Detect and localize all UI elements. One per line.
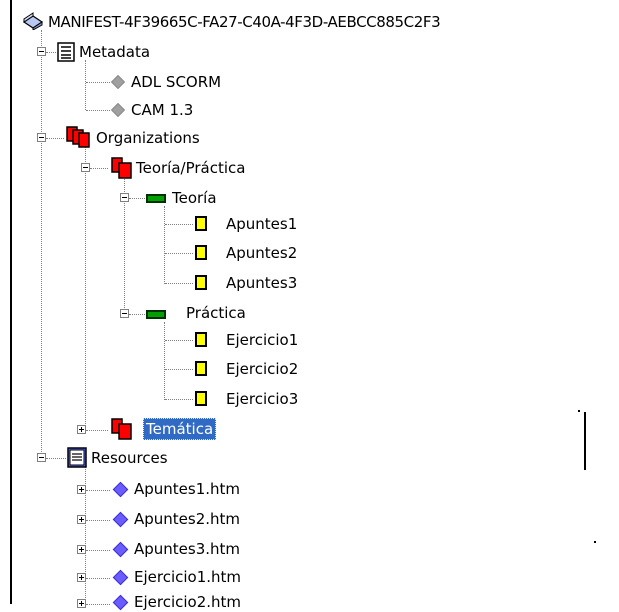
leaf-yellow-icon: [195, 245, 207, 260]
leaf-yellow-icon: [195, 391, 207, 406]
organizations-collapse-toggle[interactable]: [37, 133, 46, 142]
tree-line: [164, 206, 165, 284]
resource-diamond-icon: [112, 569, 129, 586]
tree-line: [165, 283, 193, 284]
metadata-item-label[interactable]: CAM 1.3: [129, 100, 195, 120]
practica-item-label[interactable]: Ejercicio1: [224, 330, 300, 350]
resource-diamond-icon: [112, 511, 129, 528]
root-label: MANIFEST-4F39665C-FA27-C40A-4F3D-AEBCC88…: [48, 13, 441, 31]
organization-icon: [111, 418, 132, 440]
tree-line: [86, 82, 110, 83]
tree-line: [46, 458, 66, 459]
resource-item-label[interactable]: Ejercicio2.htm: [132, 592, 243, 612]
resource-item-label[interactable]: Ejercicio1.htm: [132, 567, 243, 587]
metadata-collapse-toggle[interactable]: [37, 47, 46, 56]
tree-line: [165, 224, 193, 225]
tree-line: [86, 520, 110, 521]
tree-line: [165, 399, 193, 400]
tree-line: [90, 168, 108, 169]
tree-line: [86, 578, 110, 579]
tree-line: [46, 138, 64, 139]
resources-icon: [67, 447, 87, 468]
teoria-item-label[interactable]: Apuntes3: [224, 273, 299, 293]
organizations-icon: [66, 126, 90, 148]
resource-diamond-icon: [112, 481, 129, 498]
practica-collapse-toggle[interactable]: [120, 309, 129, 318]
tree-line: [86, 490, 110, 491]
practica-item-label[interactable]: Ejercicio3: [224, 389, 300, 409]
tree-line: [85, 60, 86, 110]
resource-item-label[interactable]: Apuntes1.htm: [132, 479, 242, 499]
resources-label[interactable]: Resources: [89, 448, 170, 468]
resource-item-label[interactable]: Apuntes3.htm: [132, 539, 242, 559]
item-green-icon: [146, 310, 166, 319]
tree-line: [86, 604, 110, 605]
tree-line: [85, 146, 86, 428]
leaf-yellow-icon: [195, 275, 207, 290]
metadata-diamond-icon: [110, 74, 126, 90]
leaf-yellow-icon: [195, 361, 207, 376]
organization-label[interactable]: Teoría/Práctica: [134, 158, 247, 178]
tree-line: [46, 52, 56, 53]
resource-expand-toggle[interactable]: [77, 515, 86, 524]
dot-mark: [594, 541, 596, 543]
dot-mark: [578, 410, 580, 412]
leaf-yellow-icon: [195, 216, 207, 231]
resource-item-label[interactable]: Apuntes2.htm: [132, 509, 242, 529]
metadata-item-label[interactable]: ADL SCORM: [129, 72, 223, 92]
tree-line: [129, 198, 145, 199]
tree-line: [86, 110, 110, 111]
item-green-icon: [146, 194, 166, 203]
resource-expand-toggle[interactable]: [77, 485, 86, 494]
teoria-item-label[interactable]: Apuntes2: [224, 243, 299, 263]
organization-icon: [111, 157, 132, 179]
practica-item-label[interactable]: Ejercicio2: [224, 359, 300, 379]
tree-line: [41, 30, 42, 458]
tree-line: [165, 253, 193, 254]
teoria-item-label[interactable]: Apuntes1: [224, 214, 299, 234]
tematica-label[interactable]: Temática: [143, 418, 217, 440]
document-icon: [57, 42, 75, 62]
resource-diamond-icon: [112, 541, 129, 558]
tree-line: [165, 369, 193, 370]
tree-line: [129, 314, 145, 315]
package-icon: [22, 12, 44, 30]
resource-diamond-icon: [112, 594, 129, 611]
resource-expand-toggle[interactable]: [77, 545, 86, 554]
tree-line: [164, 322, 165, 400]
metadata-diamond-icon: [110, 102, 126, 118]
tematica-expand-toggle[interactable]: [77, 425, 86, 434]
tree-line: [86, 430, 108, 431]
resource-expand-toggle[interactable]: [77, 573, 86, 582]
vertical-mark: [584, 412, 586, 470]
organization-collapse-toggle[interactable]: [81, 163, 90, 172]
tree-line: [86, 550, 110, 551]
tree-line: [165, 340, 193, 341]
practica-label[interactable]: Práctica: [184, 303, 248, 323]
teoria-collapse-toggle[interactable]: [120, 193, 129, 202]
teoria-label[interactable]: Teoría: [170, 188, 219, 208]
manifest-tree[interactable]: MANIFEST-4F39665C-FA27-C40A-4F3D-AEBCC88…: [0, 0, 619, 611]
organizations-label[interactable]: Organizations: [94, 128, 202, 148]
resources-collapse-toggle[interactable]: [37, 453, 46, 462]
metadata-label[interactable]: Metadata: [77, 42, 152, 62]
leaf-yellow-icon: [195, 332, 207, 347]
